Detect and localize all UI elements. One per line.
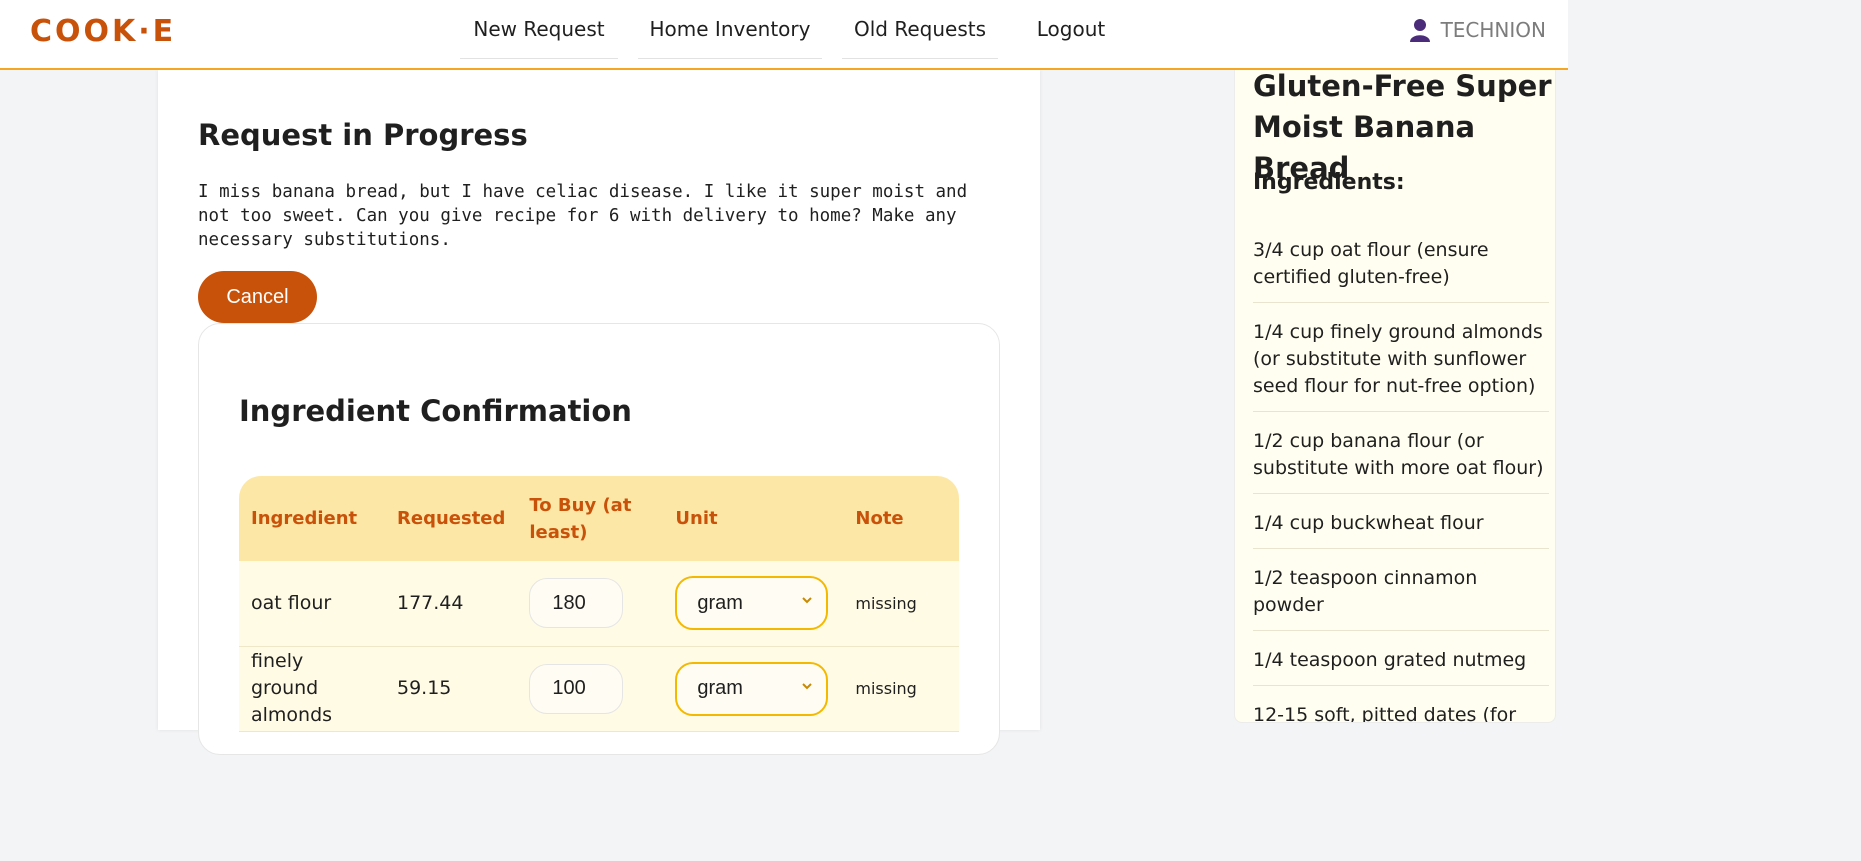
cell-note: missing (855, 593, 917, 613)
cancel-button[interactable]: Cancel (198, 271, 317, 323)
cell-ingredient: finely ground almonds (251, 650, 333, 726)
column-header-requested: Requested (397, 508, 506, 529)
chevron-down-icon (802, 597, 813, 604)
list-item: 1/4 teaspoon grated nutmeg (1253, 645, 1549, 686)
recipe-panel[interactable]: Gluten-Free Super Moist Banana Bread Ing… (1234, 70, 1556, 723)
cell-note: missing (855, 679, 917, 698)
user-menu[interactable]: TECHNION (1409, 18, 1546, 42)
cell-requested: 177.44 (397, 591, 464, 614)
ingredient-confirmation-card: Ingredient Confirmation Ingredient Reque… (198, 323, 1000, 755)
chevron-down-icon (802, 682, 813, 689)
app-logo[interactable]: COOK·E (30, 14, 176, 49)
main-nav: New Request Home Inventory Old Requests … (460, 0, 1144, 60)
list-item: 1/4 cup buckwheat flour (1253, 508, 1549, 549)
unit-select[interactable]: gram (675, 576, 829, 631)
column-header-to-buy: To Buy (at least) (529, 494, 632, 543)
column-header-unit: Unit (675, 508, 718, 529)
user-icon (1409, 19, 1430, 42)
cell-to-buy (517, 561, 663, 646)
cell-to-buy (517, 646, 663, 731)
unit-select[interactable]: gram (675, 661, 829, 716)
ingredient-table-wrapper: Ingredient Requested To Buy (at least) U… (239, 476, 959, 776)
table-row: finely ground almonds 59.15 gram (239, 646, 959, 731)
list-item: 1/4 cup finely ground almonds (or substi… (1253, 317, 1549, 412)
nav-home-inventory[interactable]: Home Inventory (638, 0, 822, 59)
list-item: 1/2 teaspoon cinnamon powder (1253, 563, 1549, 631)
list-item: 12-15 soft, pitted dates (for natural sw… (1253, 700, 1549, 722)
cell-unit: gram (663, 561, 843, 646)
top-navbar: COOK·E New Request Home Inventory Old Re… (0, 0, 1568, 70)
request-title: Request in Progress (198, 118, 528, 152)
ingredients-list: 3/4 cup oat flour (ensure certified glut… (1253, 235, 1549, 722)
list-item: 3/4 cup oat flour (ensure certified glut… (1253, 235, 1549, 303)
to-buy-input[interactable] (529, 663, 624, 714)
to-buy-input[interactable] (529, 578, 624, 629)
nav-logout[interactable]: Logout (1018, 0, 1124, 58)
ingredient-table: Ingredient Requested To Buy (at least) U… (239, 476, 959, 732)
nav-old-requests[interactable]: Old Requests (842, 0, 998, 59)
cell-ingredient: oat flour (251, 591, 332, 614)
request-card: Request in Progress I miss banana bread,… (158, 70, 1040, 755)
list-item: 1/2 cup banana flour (or substitute with… (1253, 426, 1549, 494)
cell-requested: 59.15 (397, 677, 452, 699)
ingredients-heading: Ingredients: (1253, 170, 1405, 195)
confirmation-title: Ingredient Confirmation (239, 394, 632, 428)
column-header-note: Note (855, 508, 904, 529)
unit-select-value: gram (697, 591, 743, 614)
nav-new-request[interactable]: New Request (460, 0, 618, 59)
user-name: TECHNION (1440, 18, 1546, 42)
table-header-row: Ingredient Requested To Buy (at least) U… (239, 476, 959, 561)
request-text: I miss banana bread, but I have celiac d… (198, 182, 968, 250)
cell-unit: gram (663, 646, 843, 731)
column-header-ingredient: Ingredient (251, 508, 358, 529)
unit-select-value: gram (697, 677, 743, 699)
table-row: oat flour 177.44 gram (239, 561, 959, 646)
